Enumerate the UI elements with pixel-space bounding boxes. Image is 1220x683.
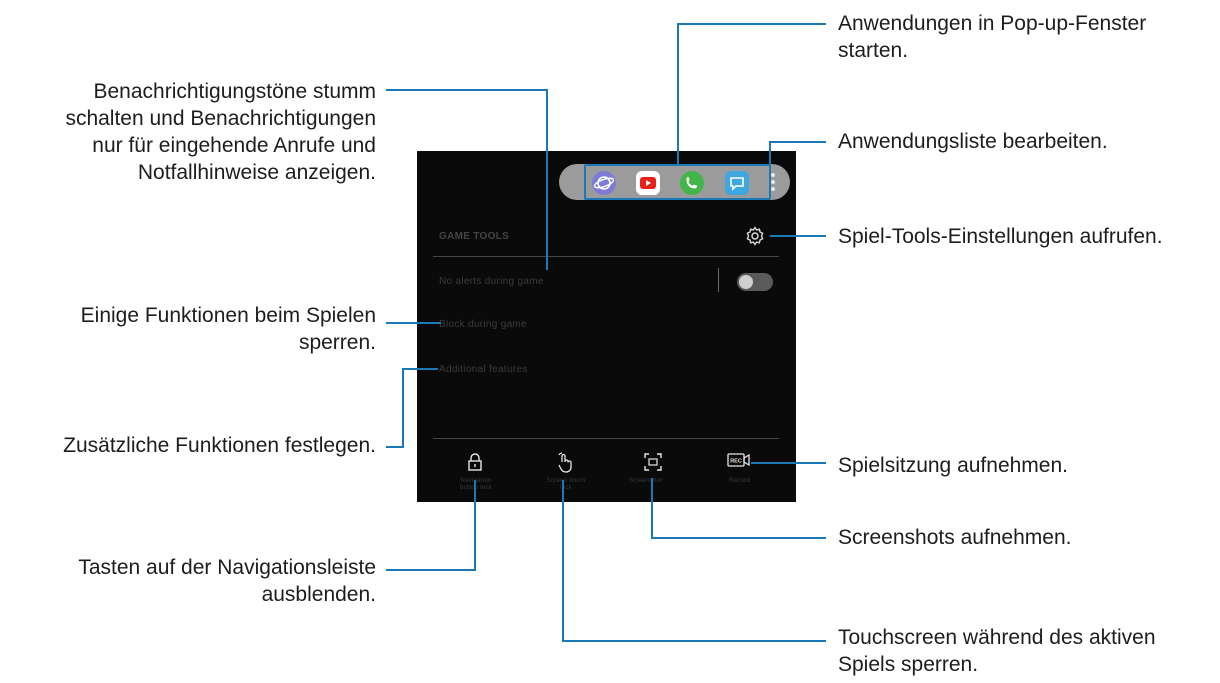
leader-popup bbox=[677, 23, 826, 164]
tool-label-touch-lock: Screen touch lock bbox=[546, 478, 586, 491]
svg-text:REC: REC bbox=[730, 459, 742, 465]
tool-label-screenshot: Screenshot bbox=[629, 478, 663, 484]
menu-no-alerts[interactable]: No alerts during game bbox=[439, 276, 544, 287]
callout-notifications-line-4: Notfallhinweise anzeigen. bbox=[137, 161, 376, 184]
settings-gear-icon[interactable] bbox=[744, 225, 766, 252]
record-icon[interactable]: REC bbox=[727, 452, 751, 473]
more-options-icon[interactable] bbox=[771, 173, 775, 191]
callout-navbar-line-2: ausblenden. bbox=[261, 583, 376, 606]
menu-additional-features[interactable]: Additional features bbox=[439, 364, 528, 375]
callout-popup-line-2: starten. bbox=[838, 39, 909, 62]
callout-block: Einige Funktionen beim Spielen sperren. bbox=[81, 302, 376, 356]
tools-divider bbox=[433, 438, 779, 439]
callout-touchlock-line-2: Spiels sperren. bbox=[838, 653, 979, 676]
callout-touchlock-line-1: Touchscreen während des aktiven bbox=[838, 626, 1156, 649]
callout-notifications-line-3: nur für eingehende Anrufe und bbox=[92, 134, 376, 157]
app-icons-highlight bbox=[584, 164, 771, 200]
leader-touchlock bbox=[562, 480, 826, 642]
nav-lock-icon[interactable] bbox=[467, 452, 483, 477]
game-tools-header: GAME TOOLS bbox=[439, 231, 510, 242]
callout-additional: Zusätzliche Funktionen festlegen. bbox=[63, 434, 376, 457]
game-tools-screen: GAME TOOLS No alerts during game Block d… bbox=[417, 151, 796, 502]
menu-block-during-game[interactable]: Block during game bbox=[439, 319, 527, 330]
no-alerts-toggle[interactable] bbox=[737, 273, 773, 291]
callout-record: Spielsitzung aufnehmen. bbox=[838, 454, 1068, 477]
callout-block-line-2: sperren. bbox=[298, 331, 376, 354]
callout-navbar-line-1: Tasten auf der Navigationsleiste bbox=[78, 556, 376, 579]
callout-notifications-line-1: Benachrichtigungstöne stumm bbox=[93, 80, 377, 103]
callout-notifications-line-2: schalten und Benachrichtigungen bbox=[65, 107, 376, 130]
touch-lock-icon[interactable] bbox=[556, 452, 576, 479]
callout-screenshot: Screenshots aufnehmen. bbox=[838, 526, 1072, 549]
callout-notifications: Benachrichtigungstöne stumm schalten und… bbox=[65, 78, 376, 186]
callout-settings: Spiel-Tools-Einstellungen aufrufen. bbox=[838, 225, 1163, 248]
screenshot-icon[interactable] bbox=[643, 452, 663, 477]
callout-popup: Anwendungen in Pop-up-Fenster starten. bbox=[838, 10, 1146, 64]
callout-touchlock: Touchscreen während des aktiven Spiels s… bbox=[838, 624, 1156, 678]
callout-block-line-1: Einige Funktionen beim Spielen bbox=[80, 304, 376, 327]
callout-popup-line-1: Anwendungen in Pop-up-Fenster bbox=[838, 12, 1147, 35]
callout-navbar: Tasten auf der Navigationsleiste ausblen… bbox=[78, 554, 376, 608]
tool-label-record: Record bbox=[729, 478, 751, 484]
header-divider bbox=[433, 256, 779, 257]
callout-edit-list: Anwendungsliste bearbeiten. bbox=[838, 130, 1108, 153]
toggle-separator bbox=[718, 268, 719, 292]
tool-label-nav-lock: Navigation button lock bbox=[459, 478, 493, 491]
